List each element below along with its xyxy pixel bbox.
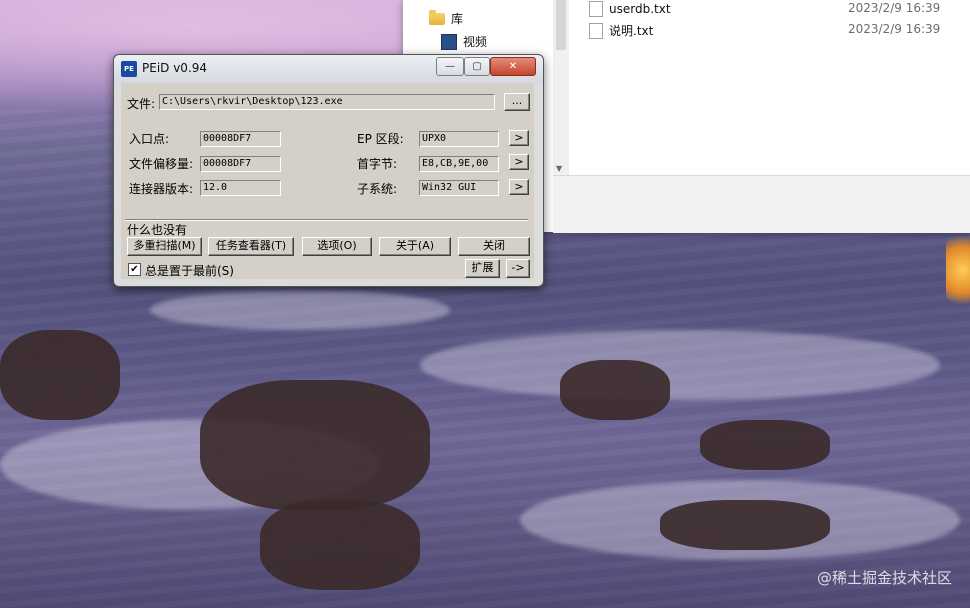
peid-client-area: 文件: C:\Users\rkvir\Desktop\123.exe ... 入… xyxy=(121,83,534,279)
browse-button[interactable]: ... xyxy=(504,93,530,111)
subsystem-field[interactable]: Win32 GUI xyxy=(419,180,499,196)
options-button[interactable]: 选项(O) xyxy=(302,237,372,256)
peid-app-icon[interactable]: PE xyxy=(121,61,137,77)
wallpaper-rock xyxy=(260,500,420,590)
close-window-button[interactable]: ✕ xyxy=(490,57,536,76)
file-label: 文件: xyxy=(127,97,156,111)
explorer-status-area xyxy=(553,175,970,233)
entry-point-label: 入口点: xyxy=(129,132,170,146)
scrollbar-thumb[interactable] xyxy=(556,0,566,50)
subsystem-label: 子系统: xyxy=(357,182,398,196)
first-bytes-details-button[interactable]: > xyxy=(509,154,529,170)
scan-result-text: 什么也没有 xyxy=(127,223,188,237)
always-on-top-checkbox[interactable]: ✔ xyxy=(128,263,141,276)
scroll-down-arrow-icon[interactable]: ▼ xyxy=(556,164,562,173)
linker-version-label: 连接器版本: xyxy=(129,182,194,196)
wallpaper-rock xyxy=(560,360,670,420)
file-name: 说明.txt xyxy=(609,24,654,38)
close-button[interactable]: 关闭 xyxy=(458,237,530,256)
multi-scan-button[interactable]: 多重扫描(M) xyxy=(127,237,202,256)
file-row[interactable]: userdb.txt xyxy=(589,1,671,17)
wallpaper-rock xyxy=(0,330,120,420)
text-file-icon xyxy=(589,1,603,17)
subsystem-details-button[interactable]: > xyxy=(509,179,529,195)
ep-section-label: EP 区段: xyxy=(357,132,404,146)
wallpaper-rock xyxy=(200,380,430,510)
plugin-menu-button[interactable]: -> xyxy=(506,259,530,278)
wallpaper-rock xyxy=(700,420,830,470)
peid-window: PE PEiD v0.94 — ▢ ✕ 文件: C:\Users\rkvir\D… xyxy=(113,54,544,287)
file-offset-field[interactable]: 00008DF7 xyxy=(200,156,281,172)
nav-item-label: 库 xyxy=(451,12,464,26)
window-title: PEiD v0.94 xyxy=(142,61,208,75)
entry-point-field[interactable]: 00008DF7 xyxy=(200,131,281,147)
watermark: @稀土掘金技术社区 xyxy=(816,569,952,587)
wallpaper-rock xyxy=(660,500,830,550)
wallpaper-wave xyxy=(150,290,450,330)
nav-item-library[interactable]: 库 xyxy=(429,9,464,27)
text-file-icon xyxy=(589,22,603,39)
folder-icon xyxy=(429,9,445,25)
about-button[interactable]: 关于(A) xyxy=(379,237,451,256)
always-on-top-label: 总是置于最前(S) xyxy=(145,264,234,278)
wallpaper-wave xyxy=(420,330,940,400)
file-offset-label: 文件偏移量: xyxy=(129,157,194,171)
task-viewer-button[interactable]: 任务查看器(T) xyxy=(208,237,294,256)
wallpaper-light xyxy=(946,235,970,305)
first-bytes-field[interactable]: E8,CB,9E,00 xyxy=(419,156,499,172)
file-row[interactable]: 说明.txt xyxy=(589,22,653,39)
file-date: 2023/2/9 16:39 xyxy=(848,1,941,15)
file-path-field[interactable]: C:\Users\rkvir\Desktop\123.exe xyxy=(159,94,495,110)
nav-item-videos[interactable]: 视频 xyxy=(441,33,487,50)
ep-section-field[interactable]: UPX0 xyxy=(419,131,499,147)
first-bytes-label: 首字节: xyxy=(357,157,398,171)
ep-section-details-button[interactable]: > xyxy=(509,130,529,146)
linker-version-field[interactable]: 12.0 xyxy=(200,180,281,196)
nav-item-label: 视频 xyxy=(463,35,488,49)
maximize-button[interactable]: ▢ xyxy=(464,57,490,76)
file-date: 2023/2/9 16:39 xyxy=(848,22,941,36)
title-bar[interactable]: PE PEiD v0.94 — ▢ ✕ xyxy=(114,55,543,83)
minimize-button[interactable]: — xyxy=(436,57,464,76)
nav-scrollbar[interactable]: ▼ xyxy=(553,0,569,175)
extend-button[interactable]: 扩展 xyxy=(465,259,500,278)
file-name: userdb.txt xyxy=(609,2,671,16)
video-icon xyxy=(441,33,457,50)
